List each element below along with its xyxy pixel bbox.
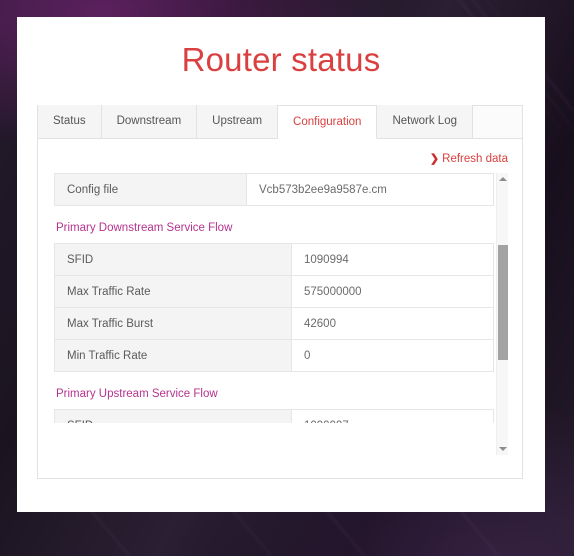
chevron-right-icon: ❯ bbox=[429, 153, 440, 165]
page-title: Router status bbox=[181, 41, 381, 78]
refresh-data-label: Refresh data bbox=[442, 153, 508, 165]
page-sheet: Router status Status Downstream Upstream… bbox=[17, 17, 545, 512]
table-row: Max Traffic Burst 42600 bbox=[54, 307, 494, 340]
row-label: Max Traffic Rate bbox=[54, 275, 292, 308]
scroll-down-arrow-icon[interactable] bbox=[497, 443, 508, 455]
upstream-service-flow-table: SFID 1090997 bbox=[54, 409, 494, 423]
tab-status[interactable]: Status bbox=[38, 105, 102, 138]
table-row: Max Traffic Rate 575000000 bbox=[54, 275, 494, 308]
row-label: SFID bbox=[54, 243, 292, 276]
row-value: 1090997 bbox=[291, 409, 494, 423]
tab-network-log[interactable]: Network Log bbox=[377, 105, 473, 138]
table-row: Config file Vcb573b2ee9a9587e.cm bbox=[54, 173, 494, 206]
config-file-value: Vcb573b2ee9a9587e.cm bbox=[246, 173, 494, 206]
row-value: 1090994 bbox=[291, 243, 494, 276]
config-scroll-region[interactable]: Config file Vcb573b2ee9a9587e.cm Primary… bbox=[54, 173, 508, 455]
tab-upstream[interactable]: Upstream bbox=[197, 105, 279, 138]
row-label: SFID bbox=[54, 409, 292, 423]
config-file-label: Config file bbox=[54, 173, 247, 206]
downstream-service-flow-table: SFID 1090994 Max Traffic Rate 575000000 … bbox=[54, 243, 494, 372]
config-file-table: Config file Vcb573b2ee9a9587e.cm bbox=[54, 173, 494, 206]
tab-downstream[interactable]: Downstream bbox=[101, 105, 198, 138]
scrollbar-thumb[interactable] bbox=[498, 245, 508, 360]
upstream-first-row-clipped: SFID 1090997 bbox=[54, 409, 494, 423]
row-value: 42600 bbox=[291, 307, 494, 340]
section-title-upstream: Primary Upstream Service Flow bbox=[56, 388, 218, 400]
row-label: Max Traffic Burst bbox=[54, 307, 292, 340]
tab-bar: Status Downstream Upstream Configuration… bbox=[38, 105, 522, 139]
config-scroll-content: Config file Vcb573b2ee9a9587e.cm Primary… bbox=[54, 173, 494, 423]
table-row: SFID 1090997 bbox=[54, 409, 494, 423]
table-row: SFID 1090994 bbox=[54, 243, 494, 276]
router-status-card: Status Downstream Upstream Configuration… bbox=[37, 105, 523, 479]
refresh-row: ❯ Refresh data bbox=[38, 139, 522, 173]
row-label: Min Traffic Rate bbox=[54, 339, 292, 372]
row-value: 0 bbox=[291, 339, 494, 372]
section-title-downstream: Primary Downstream Service Flow bbox=[56, 222, 233, 234]
refresh-data-link[interactable]: ❯ Refresh data bbox=[430, 153, 508, 165]
row-value: 575000000 bbox=[291, 275, 494, 308]
table-row: Min Traffic Rate 0 bbox=[54, 339, 494, 372]
vertical-scrollbar[interactable] bbox=[496, 173, 508, 455]
tab-panel-configuration: ❯ Refresh data Config file Vcb573b2ee9a95… bbox=[38, 139, 522, 478]
scroll-up-arrow-icon[interactable] bbox=[497, 173, 508, 185]
tab-configuration[interactable]: Configuration bbox=[278, 106, 378, 139]
